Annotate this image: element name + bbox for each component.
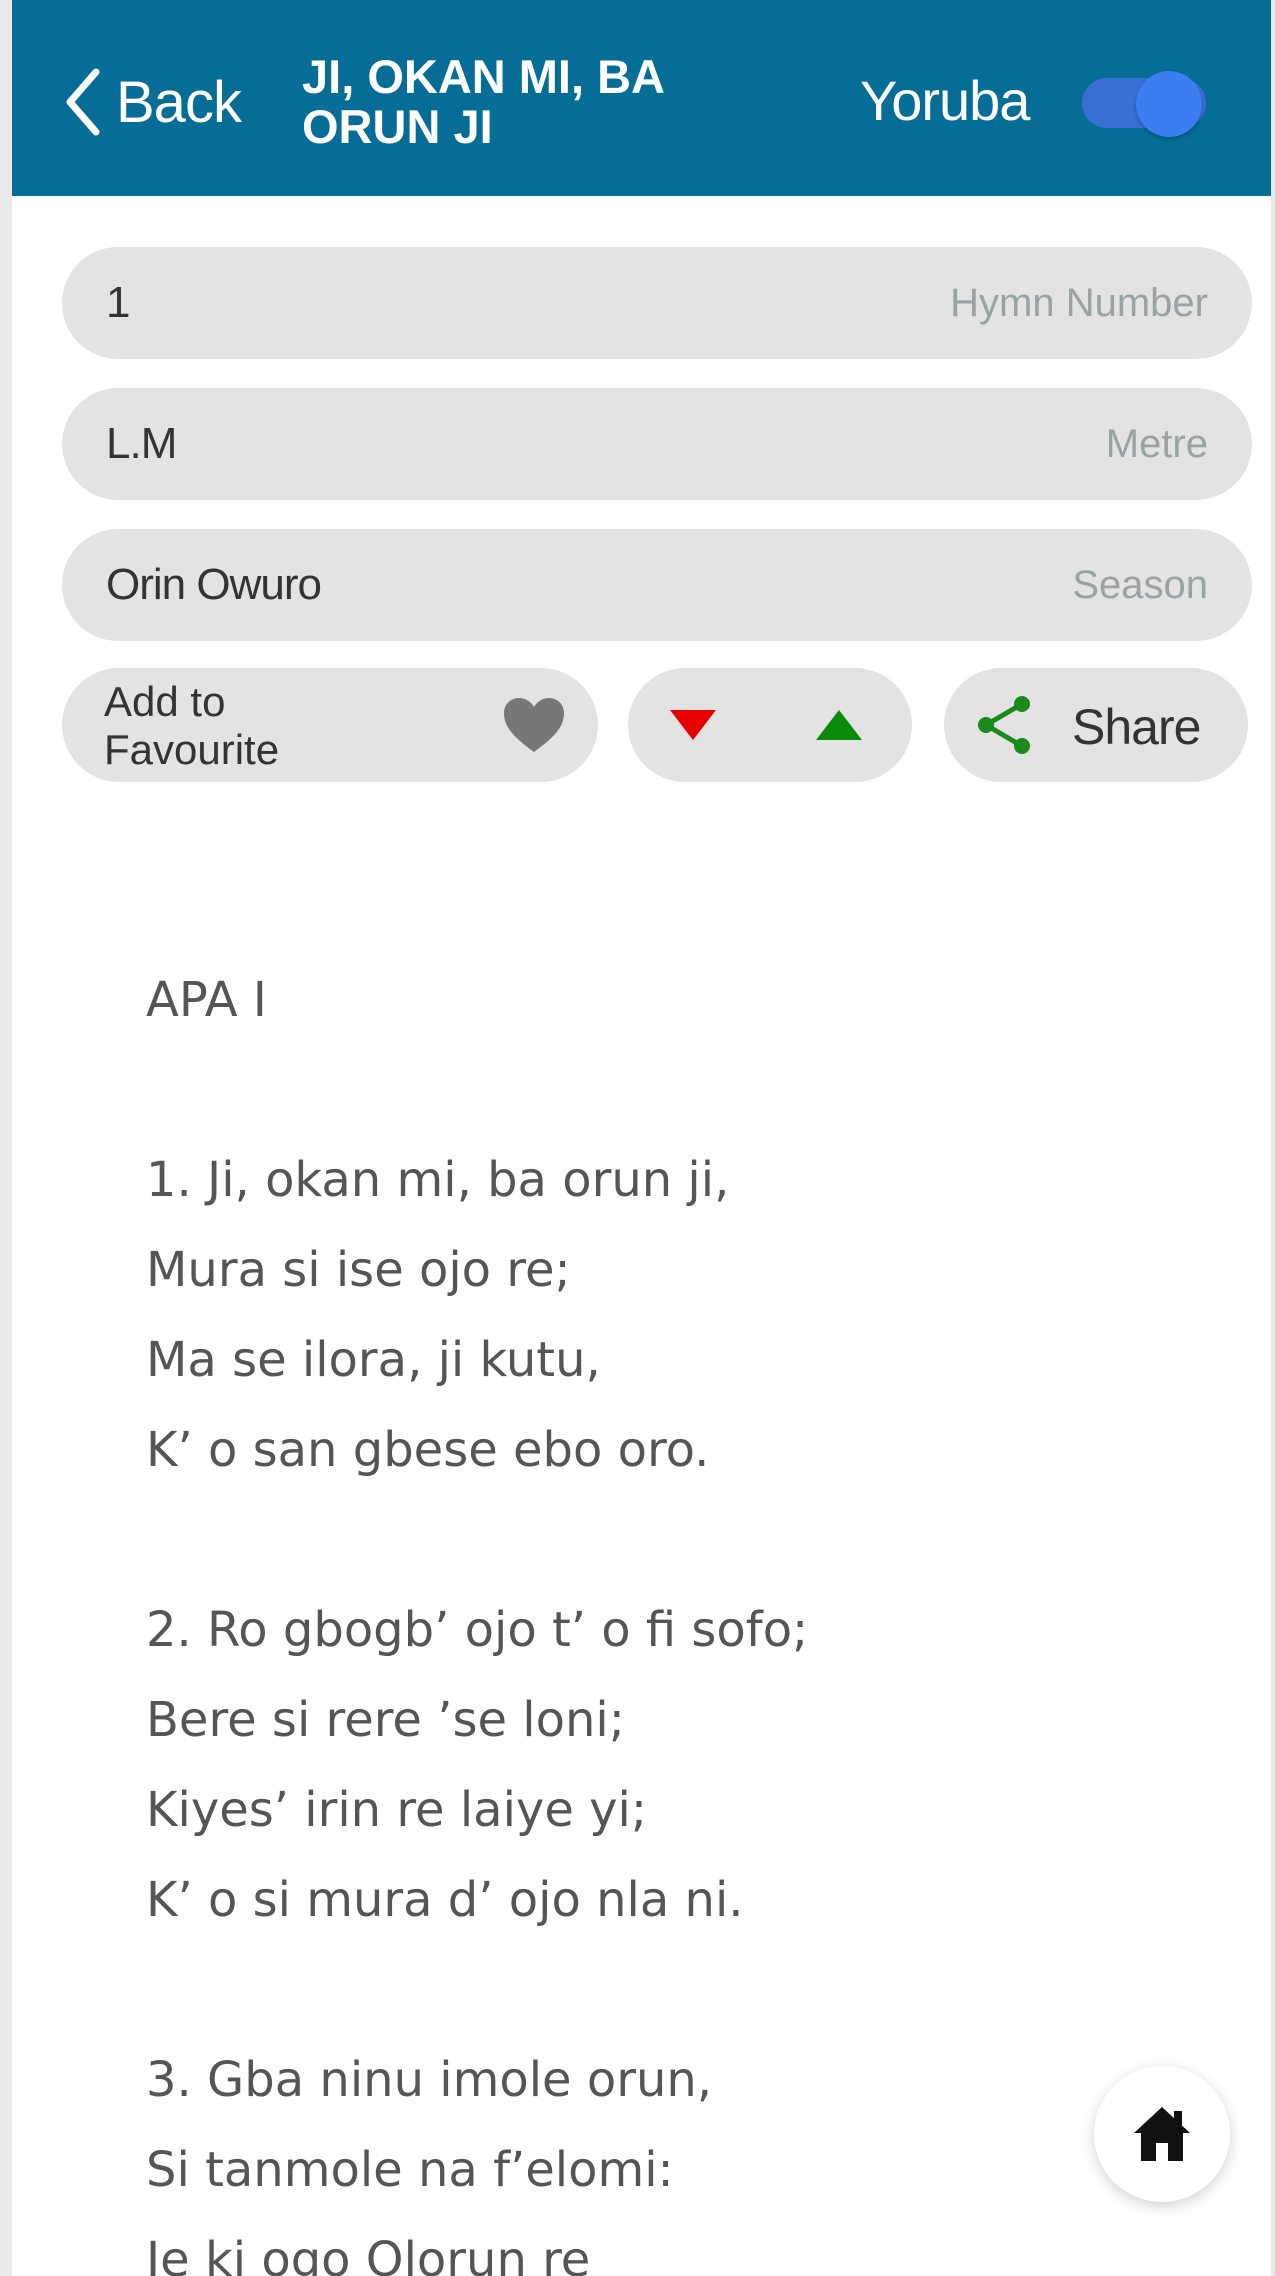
- season-label: Season: [1072, 562, 1208, 607]
- lyric-line: 1. Ji, okan mi, ba orun ji,: [146, 1152, 730, 1208]
- lyric-line: Si tanmole na f’elomi:: [146, 2142, 674, 2198]
- language-label: Yoruba: [860, 69, 1030, 132]
- triangle-up-icon[interactable]: [816, 710, 862, 740]
- add-to-favourite-button[interactable]: Add to Favourite: [62, 668, 598, 782]
- move-hymn-buttons: [628, 668, 912, 782]
- hymn-screen: Back JI, OKAN MI, BA ORUN JI Yoruba 1 Hy…: [0, 0, 1275, 2276]
- lyric-line: Bere si rere ’se loni;: [146, 1692, 625, 1748]
- lyric-line: 2. Ro gbogb’ ojo t’ o fi sofo;: [146, 1602, 809, 1658]
- language-toggle[interactable]: [1082, 71, 1206, 137]
- season-value: Orin Owuro: [106, 560, 322, 609]
- lyric-line: Mura si ise ojo re;: [146, 1242, 571, 1298]
- home-icon: [1134, 2107, 1190, 2161]
- share-label: Share: [1072, 699, 1201, 755]
- heart-icon: [504, 698, 564, 752]
- lyric-line: 3. Gba ninu imole orun,: [146, 2052, 713, 2108]
- season-field[interactable]: Orin Owuro Season: [62, 529, 1252, 641]
- share-icon: [978, 696, 1030, 754]
- chevron-left-icon: [66, 68, 100, 136]
- lyric-line: K’ o san gbese ebo oro.: [146, 1422, 710, 1478]
- verse-spacer: [146, 1945, 1196, 2035]
- page-title: JI, OKAN MI, BA ORUN JI: [302, 50, 664, 153]
- hymn-number-value: 1: [106, 278, 131, 327]
- verse-spacer: [146, 1495, 1196, 1585]
- lyric-line: Kiyes’ irin re laiye yi;: [146, 1782, 648, 1838]
- metre-value: L.M: [106, 419, 177, 468]
- lyric-line: Ma se ilora, ji kutu,: [146, 1332, 601, 1388]
- action-row: Add to Favourite Share: [62, 668, 1252, 782]
- favourite-label: Add to Favourite: [104, 678, 280, 773]
- hymn-number-field[interactable]: 1 Hymn Number: [62, 247, 1252, 359]
- hymn-lyrics: APA I 1. Ji, okan mi, ba orun ji, Mura s…: [146, 955, 1196, 2276]
- toggle-knob: [1136, 71, 1202, 137]
- metre-label: Metre: [1105, 421, 1208, 466]
- verse-spacer: [146, 1045, 1196, 1135]
- lyric-line: K’ o si mura d’ ojo nla ni.: [146, 1872, 744, 1928]
- back-button[interactable]: Back: [62, 62, 242, 142]
- metre-field[interactable]: L.M Metre: [62, 388, 1252, 500]
- back-label: Back: [116, 69, 242, 135]
- lyric-line: Je ki ogo Olorun re: [146, 2232, 591, 2276]
- share-button[interactable]: Share: [944, 668, 1248, 782]
- header-bar: Back JI, OKAN MI, BA ORUN JI Yoruba: [12, 0, 1271, 196]
- triangle-down-icon[interactable]: [670, 710, 716, 740]
- home-button[interactable]: [1094, 2066, 1230, 2202]
- lyrics-part-heading: APA I: [146, 972, 267, 1028]
- hymn-number-label: Hymn Number: [950, 280, 1208, 325]
